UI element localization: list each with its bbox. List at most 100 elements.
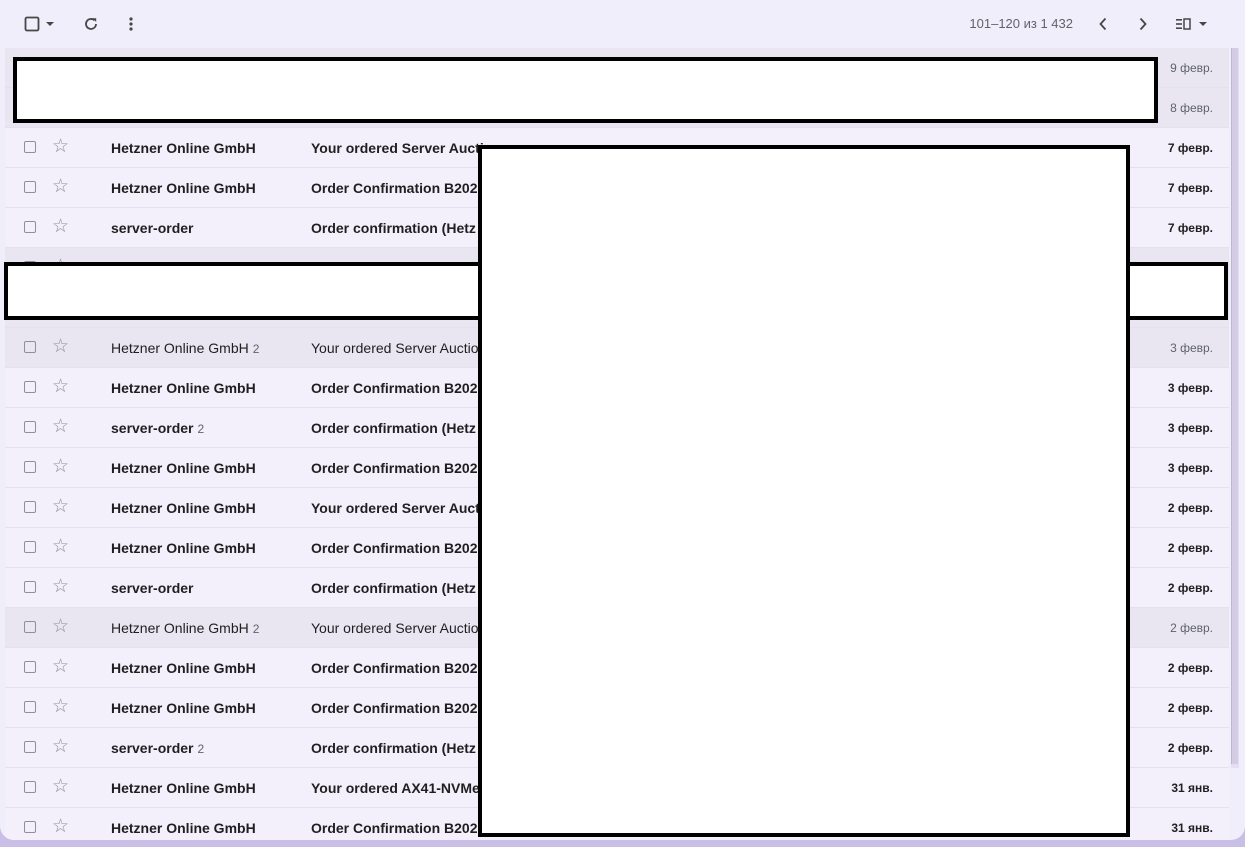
mail-toolbar: 101–120 из 1 432 (0, 0, 1245, 48)
row-checkbox[interactable] (24, 661, 36, 673)
sender-name: server-order (111, 220, 194, 236)
row-checkbox[interactable] (24, 821, 36, 833)
star-icon[interactable]: ☆ (52, 537, 69, 556)
next-page-button[interactable] (1133, 12, 1153, 36)
row-checkbox[interactable] (24, 541, 36, 553)
app-frame: 101–120 из 1 432 9 февр. 8 февр. ☆ Hetzn… (0, 0, 1245, 847)
select-all-checkbox[interactable] (22, 12, 42, 36)
email-subject: Your ordered AX41-NVMe (311, 780, 480, 796)
email-sender: Hetzner Online GmbH 2 (111, 340, 259, 356)
sender-name: server-order (111, 580, 194, 596)
email-sender: Hetzner Online GmbH (111, 460, 256, 476)
row-checkbox[interactable] (24, 221, 36, 233)
email-date: 2 февр. (1167, 501, 1213, 515)
star-icon[interactable]: ☆ (52, 417, 69, 436)
sender-name: Hetzner Online GmbH (111, 660, 256, 676)
email-subject: Your ordered Server Auct (311, 500, 480, 516)
email-date: 3 февр. (1167, 421, 1213, 435)
sender-name: Hetzner Online GmbH (111, 700, 256, 716)
thread-count: 2 (252, 342, 260, 356)
star-icon[interactable]: ☆ (52, 817, 69, 836)
row-checkbox[interactable] (24, 381, 36, 393)
redaction-box (13, 57, 1158, 123)
row-checkbox[interactable] (24, 181, 36, 193)
email-sender: Hetzner Online GmbH (111, 140, 256, 156)
email-subject: Order confirmation (Hetz (311, 220, 476, 236)
email-sender: Hetzner Online GmbH 2 (111, 620, 259, 636)
email-subject: Order Confirmation B202 (311, 180, 478, 196)
sender-name: Hetzner Online GmbH (111, 180, 256, 196)
star-icon[interactable]: ☆ (52, 217, 69, 236)
row-checkbox[interactable] (24, 701, 36, 713)
email-sender: Hetzner Online GmbH (111, 820, 256, 836)
star-icon[interactable]: ☆ (52, 137, 69, 156)
email-date: 2 февр. (1167, 581, 1213, 595)
email-subject: Order Confirmation B202 (311, 700, 478, 716)
refresh-button[interactable] (80, 12, 102, 36)
split-pane-toggle-button[interactable] (1172, 12, 1212, 36)
star-icon[interactable]: ☆ (52, 177, 69, 196)
email-sender: server-order (111, 220, 194, 236)
row-checkbox[interactable] (24, 421, 36, 433)
star-icon[interactable]: ☆ (52, 657, 69, 676)
chevron-right-icon (1139, 17, 1147, 31)
star-icon[interactable]: ☆ (52, 697, 69, 716)
email-subject: Your ordered Server Auctio (311, 340, 479, 356)
mail-panel: 101–120 из 1 432 9 февр. 8 февр. ☆ Hetzn… (0, 0, 1245, 840)
email-date: 9 февр. (1170, 61, 1213, 75)
email-date: 3 февр. (1167, 381, 1213, 395)
star-icon[interactable]: ☆ (52, 737, 69, 756)
row-checkbox[interactable] (24, 581, 36, 593)
sender-name: Hetzner Online GmbH (111, 460, 256, 476)
email-subject: Order Confirmation B202 (311, 540, 478, 556)
email-subject: Your ordered Server Aucti (311, 140, 484, 156)
thread-count: 2 (197, 422, 205, 436)
star-icon[interactable]: ☆ (52, 337, 69, 356)
redaction-box (478, 145, 1130, 837)
row-checkbox[interactable] (24, 501, 36, 513)
star-icon[interactable]: ☆ (52, 457, 69, 476)
sender-name: server-order (111, 420, 194, 436)
email-date: 3 февр. (1170, 341, 1213, 355)
email-sender: server-order 2 (111, 740, 204, 756)
previous-page-button[interactable] (1093, 12, 1113, 36)
row-checkbox[interactable] (24, 461, 36, 473)
star-icon[interactable]: ☆ (52, 377, 69, 396)
select-dropdown-button[interactable] (43, 12, 57, 36)
row-checkbox[interactable] (24, 341, 36, 353)
email-subject: Order Confirmation B202 (311, 460, 478, 476)
email-date: 7 февр. (1167, 141, 1213, 155)
refresh-icon (85, 18, 97, 30)
scrollbar-thumb[interactable] (1231, 48, 1238, 764)
star-icon[interactable]: ☆ (52, 497, 69, 516)
email-date: 8 февр. (1170, 101, 1213, 115)
chevron-left-icon (1099, 17, 1107, 31)
star-icon[interactable]: ☆ (52, 617, 69, 636)
email-subject: Order confirmation (Hetz (311, 740, 476, 756)
row-checkbox[interactable] (24, 781, 36, 793)
row-checkbox[interactable] (24, 741, 36, 753)
email-date: 31 янв. (1171, 781, 1213, 795)
email-sender: Hetzner Online GmbH (111, 500, 256, 516)
sender-name: Hetzner Online GmbH (111, 820, 256, 836)
more-options-button[interactable] (121, 12, 141, 36)
email-date: 7 февр. (1167, 181, 1213, 195)
sender-name: Hetzner Online GmbH (111, 540, 256, 556)
email-subject: Your ordered Server Auctio (311, 620, 479, 636)
row-checkbox[interactable] (24, 621, 36, 633)
email-sender: Hetzner Online GmbH (111, 380, 256, 396)
email-date: 2 февр. (1167, 741, 1213, 755)
sender-name: Hetzner Online GmbH (111, 380, 256, 396)
sender-name: server-order (111, 740, 194, 756)
email-date: 2 февр. (1170, 621, 1213, 635)
star-icon[interactable]: ☆ (52, 777, 69, 796)
email-sender: server-order (111, 580, 194, 596)
email-sender: Hetzner Online GmbH (111, 180, 256, 196)
row-checkbox[interactable] (24, 141, 36, 153)
email-date: 3 февр. (1167, 461, 1213, 475)
sender-name: Hetzner Online GmbH (111, 140, 256, 156)
star-icon[interactable]: ☆ (52, 577, 69, 596)
sender-name: Hetzner Online GmbH (111, 780, 256, 796)
email-sender: Hetzner Online GmbH (111, 780, 256, 796)
email-date: 31 янв. (1171, 821, 1213, 835)
